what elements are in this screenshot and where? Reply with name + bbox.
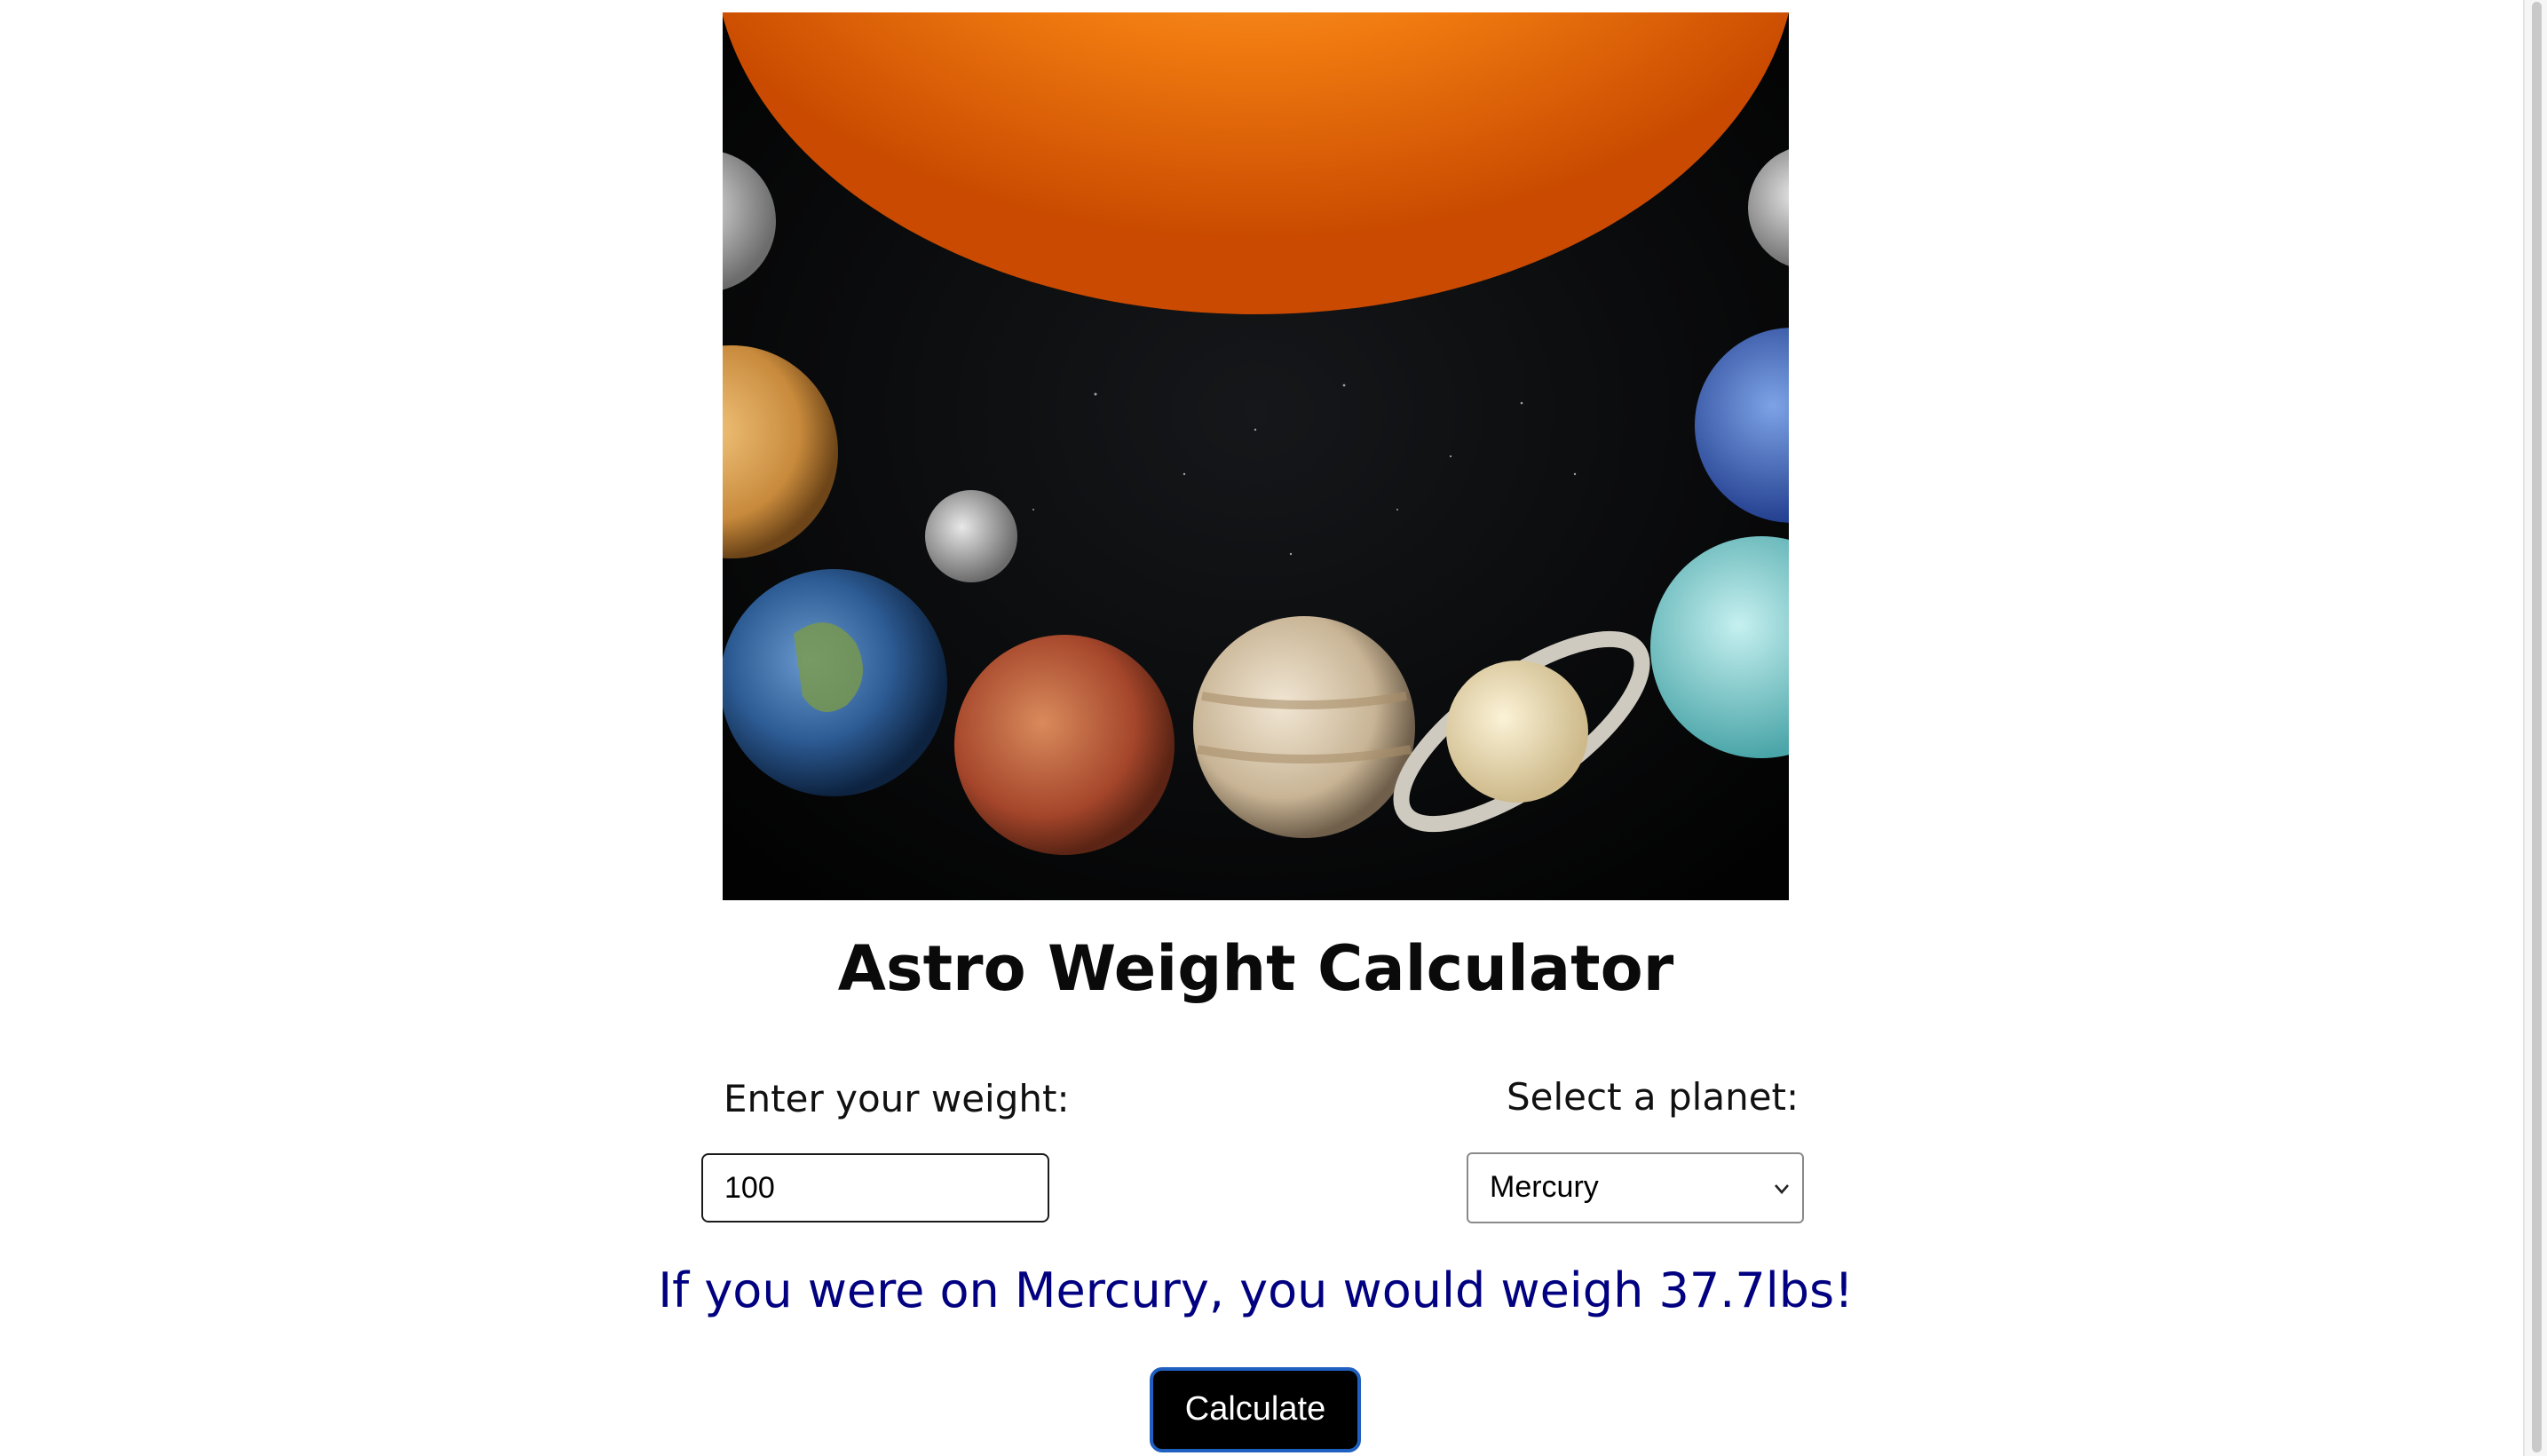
page: Astro Weight Calculator Enter your weigh… xyxy=(0,0,2547,1456)
planet-label: Select a planet: xyxy=(1507,1075,1800,1119)
planet-select-value: Mercury xyxy=(1490,1170,1599,1204)
weight-input[interactable] xyxy=(701,1153,1049,1223)
scrollbar-thumb[interactable] xyxy=(2532,2,2542,1452)
result-text: If you were on Mercury, you would weigh … xyxy=(658,1262,1854,1318)
solar-system-image xyxy=(723,12,1789,900)
page-title: Astro Weight Calculator xyxy=(837,932,1674,1005)
planet-select[interactable]: Mercury xyxy=(1467,1152,1804,1223)
calculate-button[interactable]: Calculate xyxy=(1150,1367,1361,1452)
vertical-scrollbar[interactable] xyxy=(2523,0,2547,1456)
chevron-down-icon xyxy=(1775,1184,1789,1194)
weight-label: Enter your weight: xyxy=(724,1077,1070,1120)
